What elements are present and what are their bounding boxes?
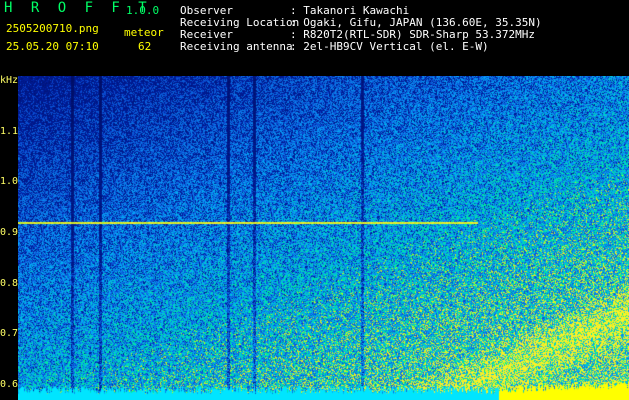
meteor-count: 62 [138,40,152,53]
info-label-antenna: Receiving antenna [180,40,293,53]
y-tick-label: 0.8 [0,277,19,289]
datetime: 25.05.20 07:10 [6,40,99,53]
y-tick-label: 0.6 [0,378,19,390]
header-panel: H R O F F T 1.0.0 2505200710.png meteor … [0,0,629,72]
y-tick-label: 0.9 [0,226,19,238]
info-value-antenna: : 2el-HB9CV Vertical (el. E-W) [290,40,489,53]
y-tick-label: 1.1 [0,125,19,137]
y-tick-label: 1.0 [0,176,19,188]
y-tick-label: 0.7 [0,328,19,340]
app-version: 1.0.0 [126,4,160,17]
meteor-label: meteor [124,26,164,39]
filename: 2505200710.png [6,22,99,35]
spectrogram-plot[interactable] [18,76,629,400]
y-axis-unit: kHz [0,75,19,86]
spectrogram-canvas [18,76,629,400]
